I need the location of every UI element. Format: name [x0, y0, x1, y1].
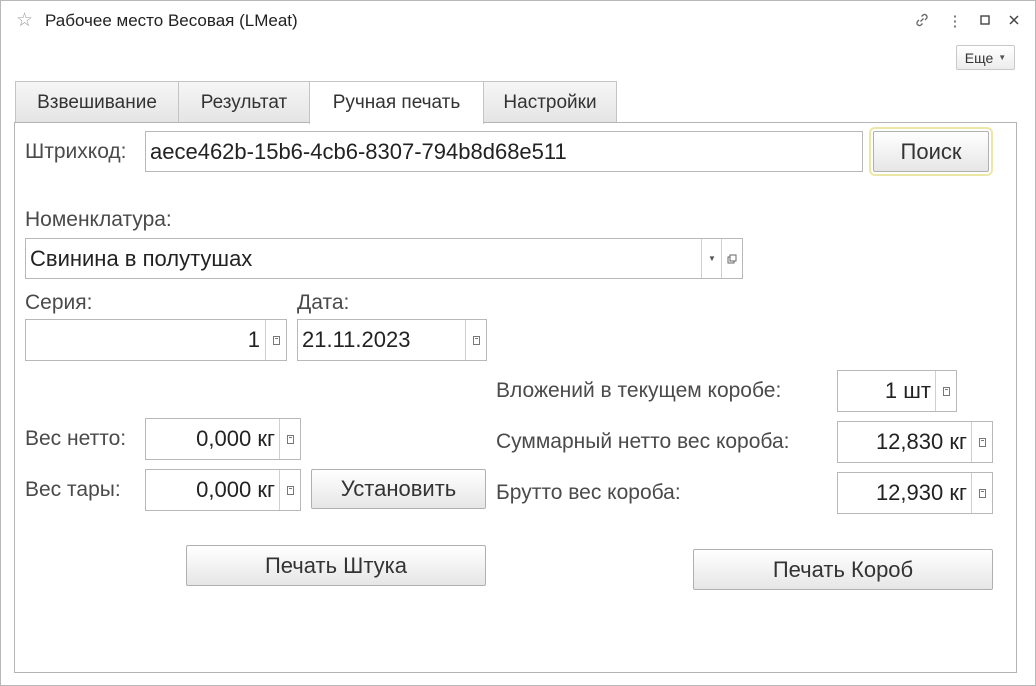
tab-manual-print[interactable]: Ручная печать: [309, 81, 484, 124]
nomenclature-value: Свинина в полутушах: [30, 245, 253, 271]
chevron-down-icon: ▼: [998, 53, 1007, 62]
date-label: Дата:: [297, 291, 350, 314]
close-icon[interactable]: [1004, 12, 1024, 32]
box-gross-weight-input[interactable]: 12,930 кг: [837, 472, 993, 514]
link-icon[interactable]: [912, 12, 932, 32]
print-box-button[interactable]: Печать Короб: [693, 549, 993, 590]
more-button-label: Еще: [964, 49, 994, 66]
box-count-input[interactable]: 1 шт: [837, 370, 957, 412]
calculator-icon[interactable]: [971, 473, 992, 513]
box-net-weight-label: Суммарный нетто вес короба:: [496, 430, 790, 453]
favorite-star-icon[interactable]: ☆: [16, 9, 33, 32]
window: ☆ Рабочее место Весовая (LMeat) ⋮ Еще ▼ …: [0, 0, 1036, 686]
barcode-value: aece462b-15b6-4cb6-8307-794b8d68e511: [150, 138, 567, 164]
tab-settings[interactable]: Настройки: [483, 81, 617, 123]
tare-weight-value: 0,000 кг: [196, 477, 275, 502]
maximize-icon[interactable]: [975, 12, 995, 32]
search-button[interactable]: Поиск: [869, 127, 993, 176]
open-form-icon[interactable]: [721, 239, 742, 278]
nomenclature-label: Номенклатура:: [25, 208, 172, 231]
net-weight-input[interactable]: 0,000 кг: [145, 418, 301, 460]
tare-weight-input[interactable]: 0,000 кг: [145, 469, 301, 511]
box-net-weight-input[interactable]: 12,830 кг: [837, 421, 993, 463]
tare-weight-label: Вес тары:: [25, 478, 121, 501]
window-title: Рабочее место Весовая (LMeat): [45, 11, 298, 30]
series-value: 1: [247, 327, 260, 352]
nomenclature-select[interactable]: Свинина в полутушах ▼: [25, 238, 743, 279]
calendar-icon[interactable]: [465, 320, 486, 360]
net-weight-value: 0,000 кг: [196, 426, 275, 451]
box-count-label: Вложений в текущем коробе:: [496, 379, 782, 402]
dropdown-arrow-icon[interactable]: ▼: [701, 239, 722, 278]
tab-weighing[interactable]: Взвешивание: [15, 81, 179, 123]
barcode-input[interactable]: aece462b-15b6-4cb6-8307-794b8d68e511: [145, 131, 863, 172]
box-gross-weight-label: Брутто вес короба:: [496, 481, 681, 504]
box-gross-weight-value: 12,930 кг: [875, 480, 967, 505]
calculator-icon[interactable]: [935, 371, 956, 411]
tab-result[interactable]: Результат: [178, 81, 310, 123]
calculator-icon[interactable]: [971, 422, 992, 462]
calculator-icon[interactable]: [265, 320, 286, 360]
date-value: 21.11.2023: [302, 327, 411, 352]
net-weight-label: Вес нетто:: [25, 427, 127, 450]
more-button[interactable]: Еще ▼: [956, 45, 1015, 70]
box-count-value: 1 шт: [884, 378, 931, 403]
calculator-icon[interactable]: [279, 419, 300, 459]
set-tare-button[interactable]: Установить: [311, 469, 486, 509]
calculator-icon[interactable]: [279, 470, 300, 510]
series-input[interactable]: 1: [25, 319, 287, 361]
print-item-button[interactable]: Печать Штука: [186, 545, 486, 586]
series-label: Серия:: [25, 291, 93, 314]
barcode-label: Штрихкод:: [25, 140, 127, 163]
more-vertical-icon[interactable]: ⋮: [945, 12, 965, 32]
box-net-weight-value: 12,830 кг: [875, 429, 967, 454]
date-input[interactable]: 21.11.2023: [297, 319, 487, 361]
